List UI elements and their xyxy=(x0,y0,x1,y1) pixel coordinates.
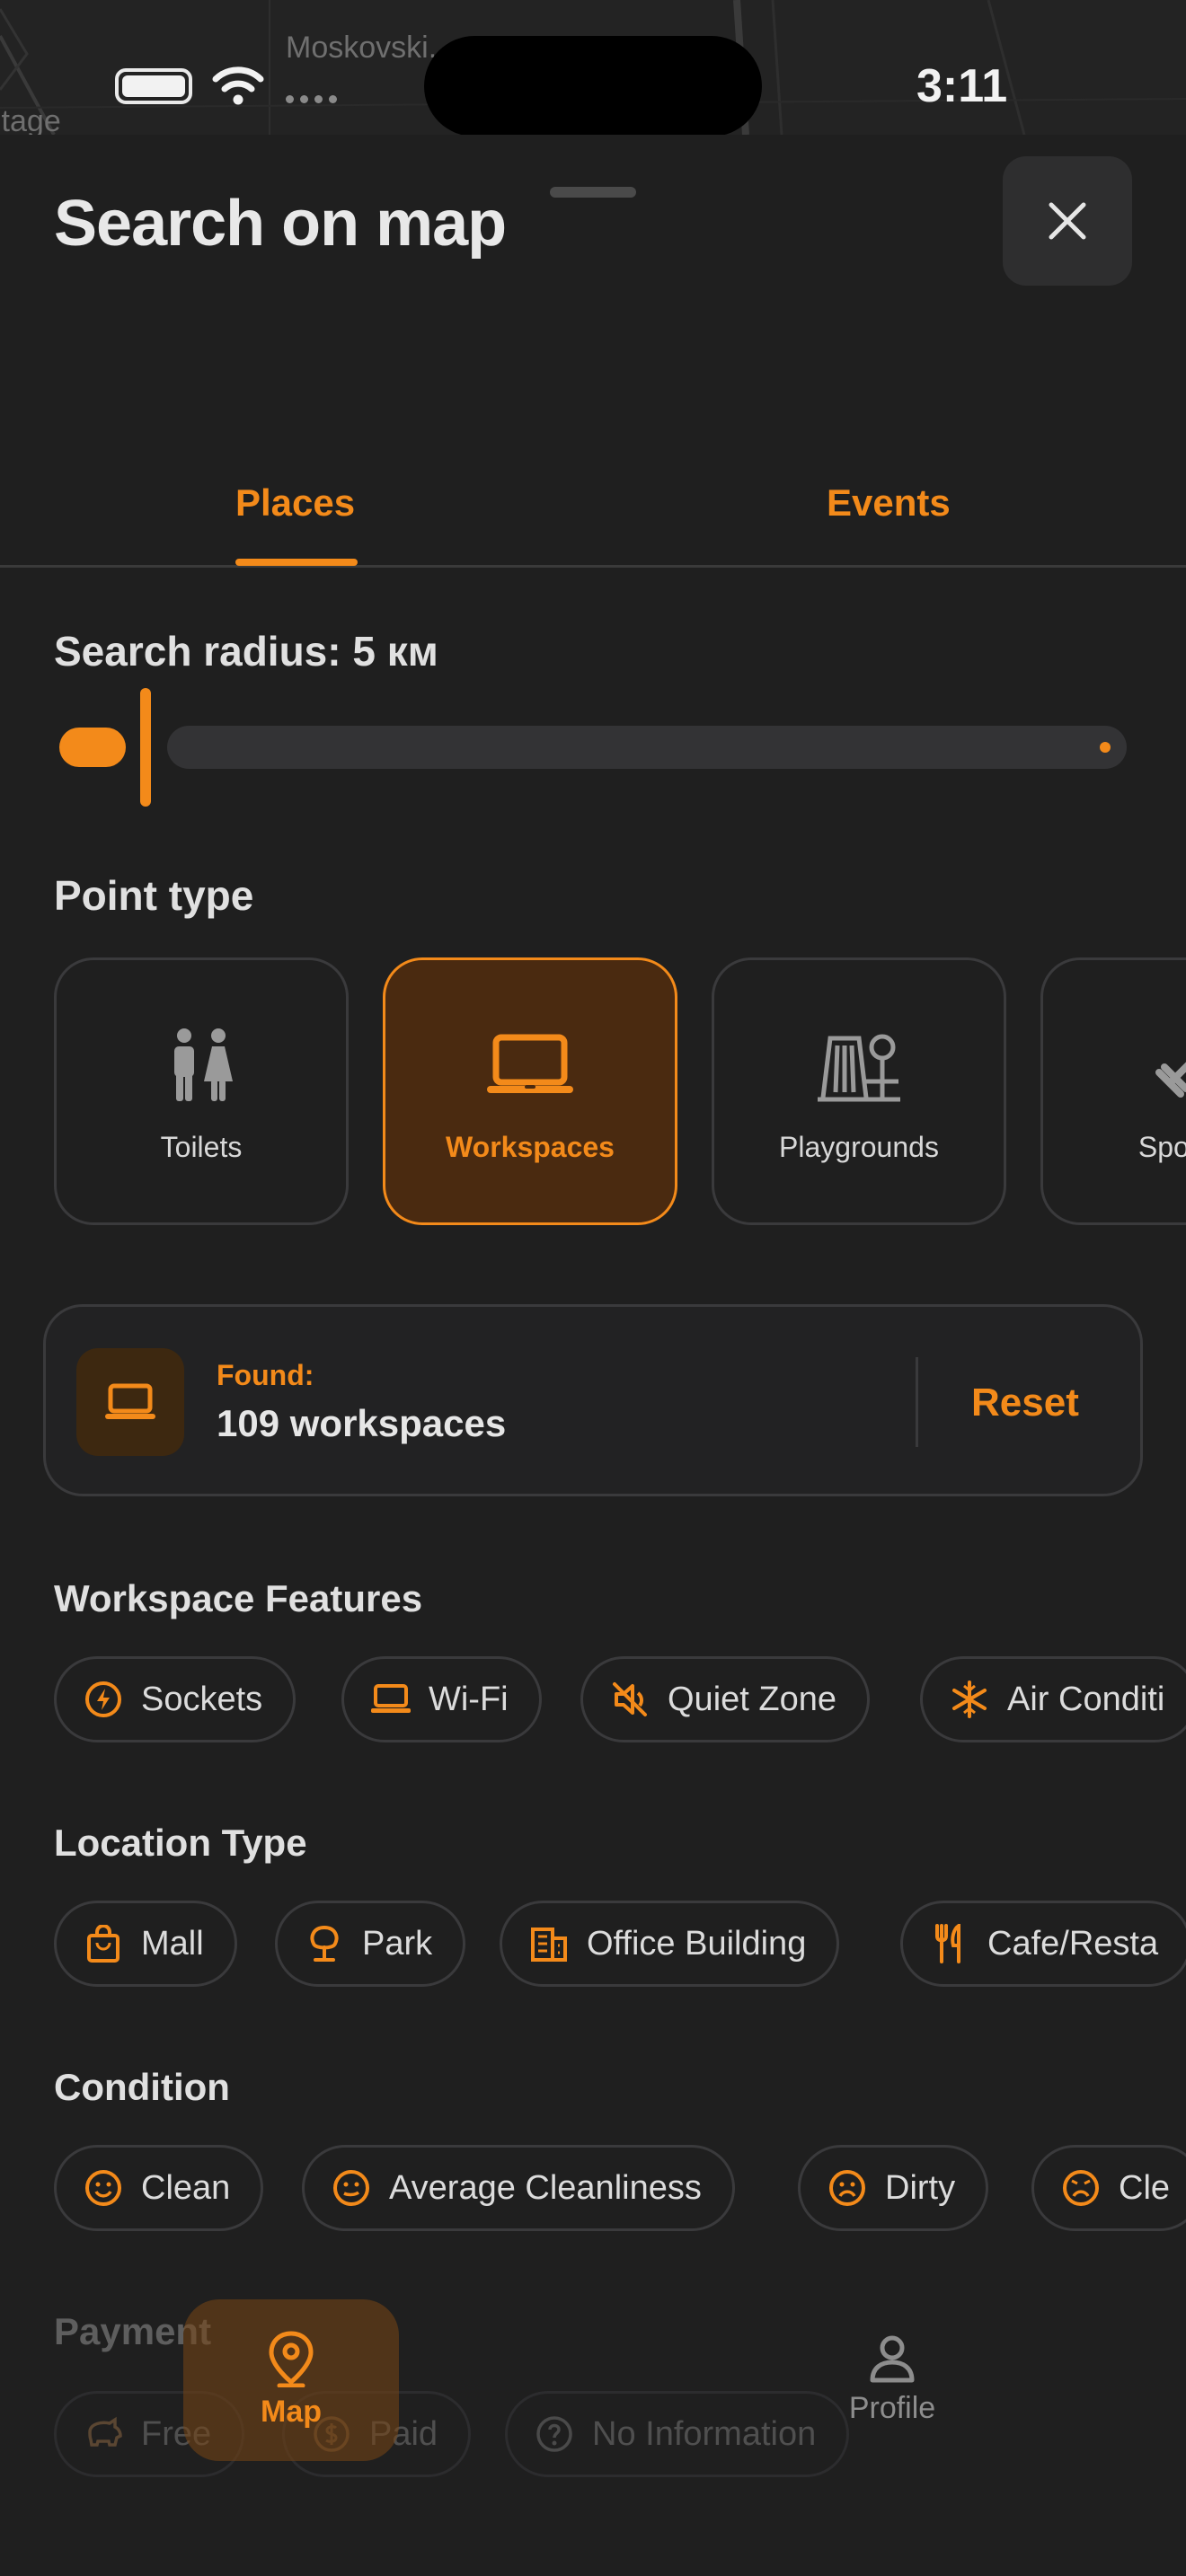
found-label: Found: xyxy=(217,1359,314,1391)
laptop-icon xyxy=(487,1025,573,1106)
chip-air-conditioning[interactable]: Air Conditi xyxy=(920,1656,1186,1742)
chip-label: Average Cleanliness xyxy=(389,2168,702,2207)
chip-sockets[interactable]: Sockets xyxy=(54,1656,296,1742)
results-summary-card: Found: 109 workspaces Reset xyxy=(43,1304,1143,1496)
point-type-workspaces[interactable]: Workspaces xyxy=(383,957,677,1225)
radius-slider-thumb[interactable] xyxy=(140,688,151,807)
chip-label: Mall xyxy=(141,1924,204,1963)
chip-label: Dirty xyxy=(885,2168,956,2207)
mute-icon xyxy=(610,1680,650,1719)
reset-button[interactable]: Reset xyxy=(971,1381,1079,1425)
bolt-icon xyxy=(84,1680,123,1719)
chip-condition-more[interactable]: Cle xyxy=(1031,2145,1186,2231)
workspace-features-label: Workspace Features xyxy=(54,1577,423,1619)
fork-knife-icon xyxy=(930,1924,969,1963)
smile-icon xyxy=(84,2168,123,2208)
workspace-features-row: Sockets Wi-Fi Quiet Zone Air Conditi xyxy=(54,1656,1186,1742)
neutral-face-icon xyxy=(332,2168,371,2208)
point-type-label-text: Sport G xyxy=(1137,1131,1186,1163)
point-type-label: Point type xyxy=(54,872,254,919)
laptop-icon xyxy=(76,1348,184,1456)
chip-label: Clean xyxy=(141,2168,231,2207)
chip-cafe-restaurant[interactable]: Cafe/Resta xyxy=(900,1901,1186,1987)
sheet-title: Search on map xyxy=(54,188,507,260)
map-pin-icon xyxy=(269,2331,314,2387)
slider-end-dot xyxy=(1100,742,1111,753)
tab-bar: Places Events xyxy=(0,458,1186,568)
point-type-toilets[interactable]: Toilets xyxy=(54,957,349,1225)
chip-mall[interactable]: Mall xyxy=(54,1901,237,1987)
shopping-bag-icon xyxy=(84,1924,123,1963)
chip-label: Cafe/Resta xyxy=(987,1924,1159,1963)
point-type-playgrounds[interactable]: Playgrounds xyxy=(712,957,1006,1225)
dumbbell-icon xyxy=(1152,1025,1186,1106)
chip-dirty[interactable]: Dirty xyxy=(798,2145,989,2231)
search-radius-label: Search radius: 5 км xyxy=(54,628,438,675)
nav-profile[interactable]: Profile xyxy=(825,2299,960,2461)
chip-park[interactable]: Park xyxy=(275,1901,466,1987)
location-type-label: Location Type xyxy=(54,1822,307,1864)
chip-wifi[interactable]: Wi-Fi xyxy=(341,1656,542,1742)
nav-map[interactable]: Map xyxy=(183,2299,399,2461)
condition-label: Condition xyxy=(54,2066,230,2108)
active-tab-indicator xyxy=(235,559,358,566)
chip-label: Air Conditi xyxy=(1007,1680,1165,1718)
chip-clean[interactable]: Clean xyxy=(54,2145,264,2231)
condition-row: Clean Average Cleanliness Dirty Cle xyxy=(54,2145,1186,2231)
close-icon xyxy=(1049,202,1086,240)
wifi-icon xyxy=(212,66,264,105)
chip-label: Quiet Zone xyxy=(668,1680,836,1718)
snowflake-icon xyxy=(950,1680,989,1719)
sheet-drag-handle[interactable] xyxy=(550,187,636,198)
radius-slider-track[interactable] xyxy=(167,726,1127,769)
user-icon xyxy=(870,2335,915,2383)
nav-profile-label: Profile xyxy=(848,2391,936,2425)
chip-label: Sockets xyxy=(141,1680,263,1718)
battery-icon xyxy=(115,68,192,104)
chip-quiet-zone[interactable]: Quiet Zone xyxy=(580,1656,870,1742)
cellular-signal-icon xyxy=(286,95,337,103)
playground-icon xyxy=(818,1025,900,1106)
chip-label: Park xyxy=(362,1924,433,1963)
divider xyxy=(916,1357,918,1447)
dynamic-island xyxy=(424,36,762,137)
chip-label: Office Building xyxy=(587,1924,807,1963)
chip-average-cleanliness[interactable]: Average Cleanliness xyxy=(302,2145,735,2231)
nav-map-label: Map xyxy=(261,2395,322,2429)
radius-slider-fill xyxy=(59,728,126,767)
point-type-label-text: Workspaces xyxy=(446,1131,615,1163)
building-icon xyxy=(529,1924,569,1963)
location-type-row: Mall Park Office Building Cafe/Resta xyxy=(54,1901,1186,1987)
chip-label: Cle xyxy=(1119,2168,1171,2207)
point-type-sport-grounds[interactable]: Sport G xyxy=(1040,957,1186,1225)
point-type-label-text: Toilets xyxy=(160,1131,243,1163)
tab-places[interactable]: Places xyxy=(235,481,355,525)
point-type-label-text: Playgrounds xyxy=(779,1131,939,1163)
close-button[interactable] xyxy=(1003,156,1132,286)
laptop-icon xyxy=(371,1680,411,1719)
point-type-row: Toilets Workspaces Playgrounds Spo xyxy=(54,957,1186,1225)
angry-face-icon xyxy=(1061,2168,1101,2208)
found-count: 109 workspaces xyxy=(217,1402,507,1444)
tab-events[interactable]: Events xyxy=(827,481,951,525)
status-bar: 3:11 xyxy=(0,0,1186,137)
tree-icon xyxy=(305,1924,344,1963)
frown-icon xyxy=(828,2168,867,2208)
status-time: 3:11 xyxy=(916,60,1008,112)
toilets-icon xyxy=(168,1025,235,1106)
chip-office-building[interactable]: Office Building xyxy=(500,1901,840,1987)
chip-label: Wi-Fi xyxy=(429,1680,509,1718)
bottom-navigation: Map Profile xyxy=(0,2281,1186,2576)
